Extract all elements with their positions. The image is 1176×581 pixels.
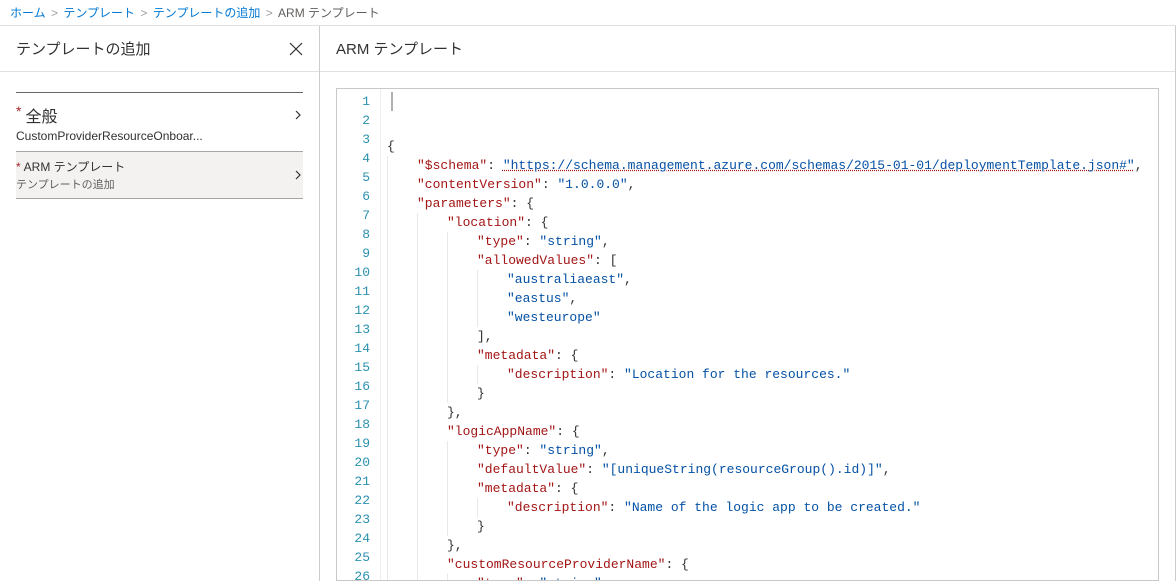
required-mark: * — [16, 103, 21, 119]
breadcrumb-add[interactable]: テンプレートの追加 — [153, 6, 261, 20]
code-line[interactable]: "eastus", — [387, 289, 1158, 308]
required-mark: * — [16, 160, 21, 174]
code-line[interactable]: { — [387, 137, 1158, 156]
breadcrumb-sep: > — [266, 6, 273, 20]
blade-title: テンプレートの追加 — [16, 38, 151, 59]
code-line[interactable]: "description": "Name of the logic app to… — [387, 498, 1158, 517]
code-line[interactable]: "$schema": "https://schema.management.az… — [387, 156, 1158, 175]
code-line[interactable]: } — [387, 384, 1158, 403]
line-gutter: 1234567891011121314151617181920212223242… — [337, 89, 381, 580]
code-line[interactable]: "type": "string", — [387, 441, 1158, 460]
code-line[interactable]: "logicAppName": { — [387, 422, 1158, 441]
breadcrumb-templates[interactable]: テンプレート — [63, 6, 135, 20]
code-line[interactable]: "defaultValue": "[uniqueString(resourceG… — [387, 460, 1158, 479]
blade-add-template: テンプレートの追加 *全般 CustomProviderResourceOnbo… — [0, 26, 320, 581]
sidebar-item-subtitle: CustomProviderResourceOnboar... — [16, 129, 266, 143]
blade-arm-template: ARM テンプレート 12345678910111213141516171819… — [320, 26, 1176, 581]
sidebar-item-general[interactable]: *全般 CustomProviderResourceOnboar... — [16, 92, 303, 151]
sidebar-item-label: 全般 — [25, 109, 57, 126]
code-line[interactable]: "contentVersion": "1.0.0.0", — [387, 175, 1158, 194]
breadcrumb-sep: > — [51, 6, 58, 20]
code-line[interactable]: }, — [387, 403, 1158, 422]
code-line[interactable]: "westeurope" — [387, 308, 1158, 327]
code-line[interactable]: } — [387, 517, 1158, 536]
cursor — [391, 92, 393, 111]
code-line[interactable]: "type": "string", — [387, 574, 1158, 580]
code-line[interactable]: ], — [387, 327, 1158, 346]
breadcrumb-sep: > — [140, 6, 147, 20]
sidebar-item-label: ARM テンプレート — [24, 160, 126, 174]
code-line[interactable]: "australiaeast", — [387, 270, 1158, 289]
sidebar-item-arm[interactable]: *ARM テンプレート テンプレートの追加 — [16, 151, 303, 199]
code-line[interactable]: "location": { — [387, 213, 1158, 232]
code-line[interactable]: }, — [387, 536, 1158, 555]
code-line[interactable]: "metadata": { — [387, 346, 1158, 365]
code-area[interactable]: {"$schema": "https://schema.management.a… — [381, 89, 1158, 580]
code-editor[interactable]: 1234567891011121314151617181920212223242… — [336, 88, 1159, 581]
sidebar-item-subtitle: テンプレートの追加 — [16, 176, 125, 192]
code-line[interactable]: "parameters": { — [387, 194, 1158, 213]
code-line[interactable]: "customResourceProviderName": { — [387, 555, 1158, 574]
chevron-right-icon — [293, 170, 303, 180]
code-line[interactable]: "description": "Location for the resourc… — [387, 365, 1158, 384]
blade-title: ARM テンプレート — [336, 38, 463, 59]
code-line[interactable]: "type": "string", — [387, 232, 1158, 251]
breadcrumb-home[interactable]: ホーム — [10, 6, 46, 20]
chevron-right-icon — [293, 110, 303, 120]
breadcrumb-current: ARM テンプレート — [278, 6, 380, 20]
breadcrumb: ホーム > テンプレート > テンプレートの追加 > ARM テンプレート — [0, 0, 1176, 26]
code-line[interactable]: "metadata": { — [387, 479, 1158, 498]
close-icon[interactable] — [289, 42, 303, 56]
code-line[interactable]: "allowedValues": [ — [387, 251, 1158, 270]
